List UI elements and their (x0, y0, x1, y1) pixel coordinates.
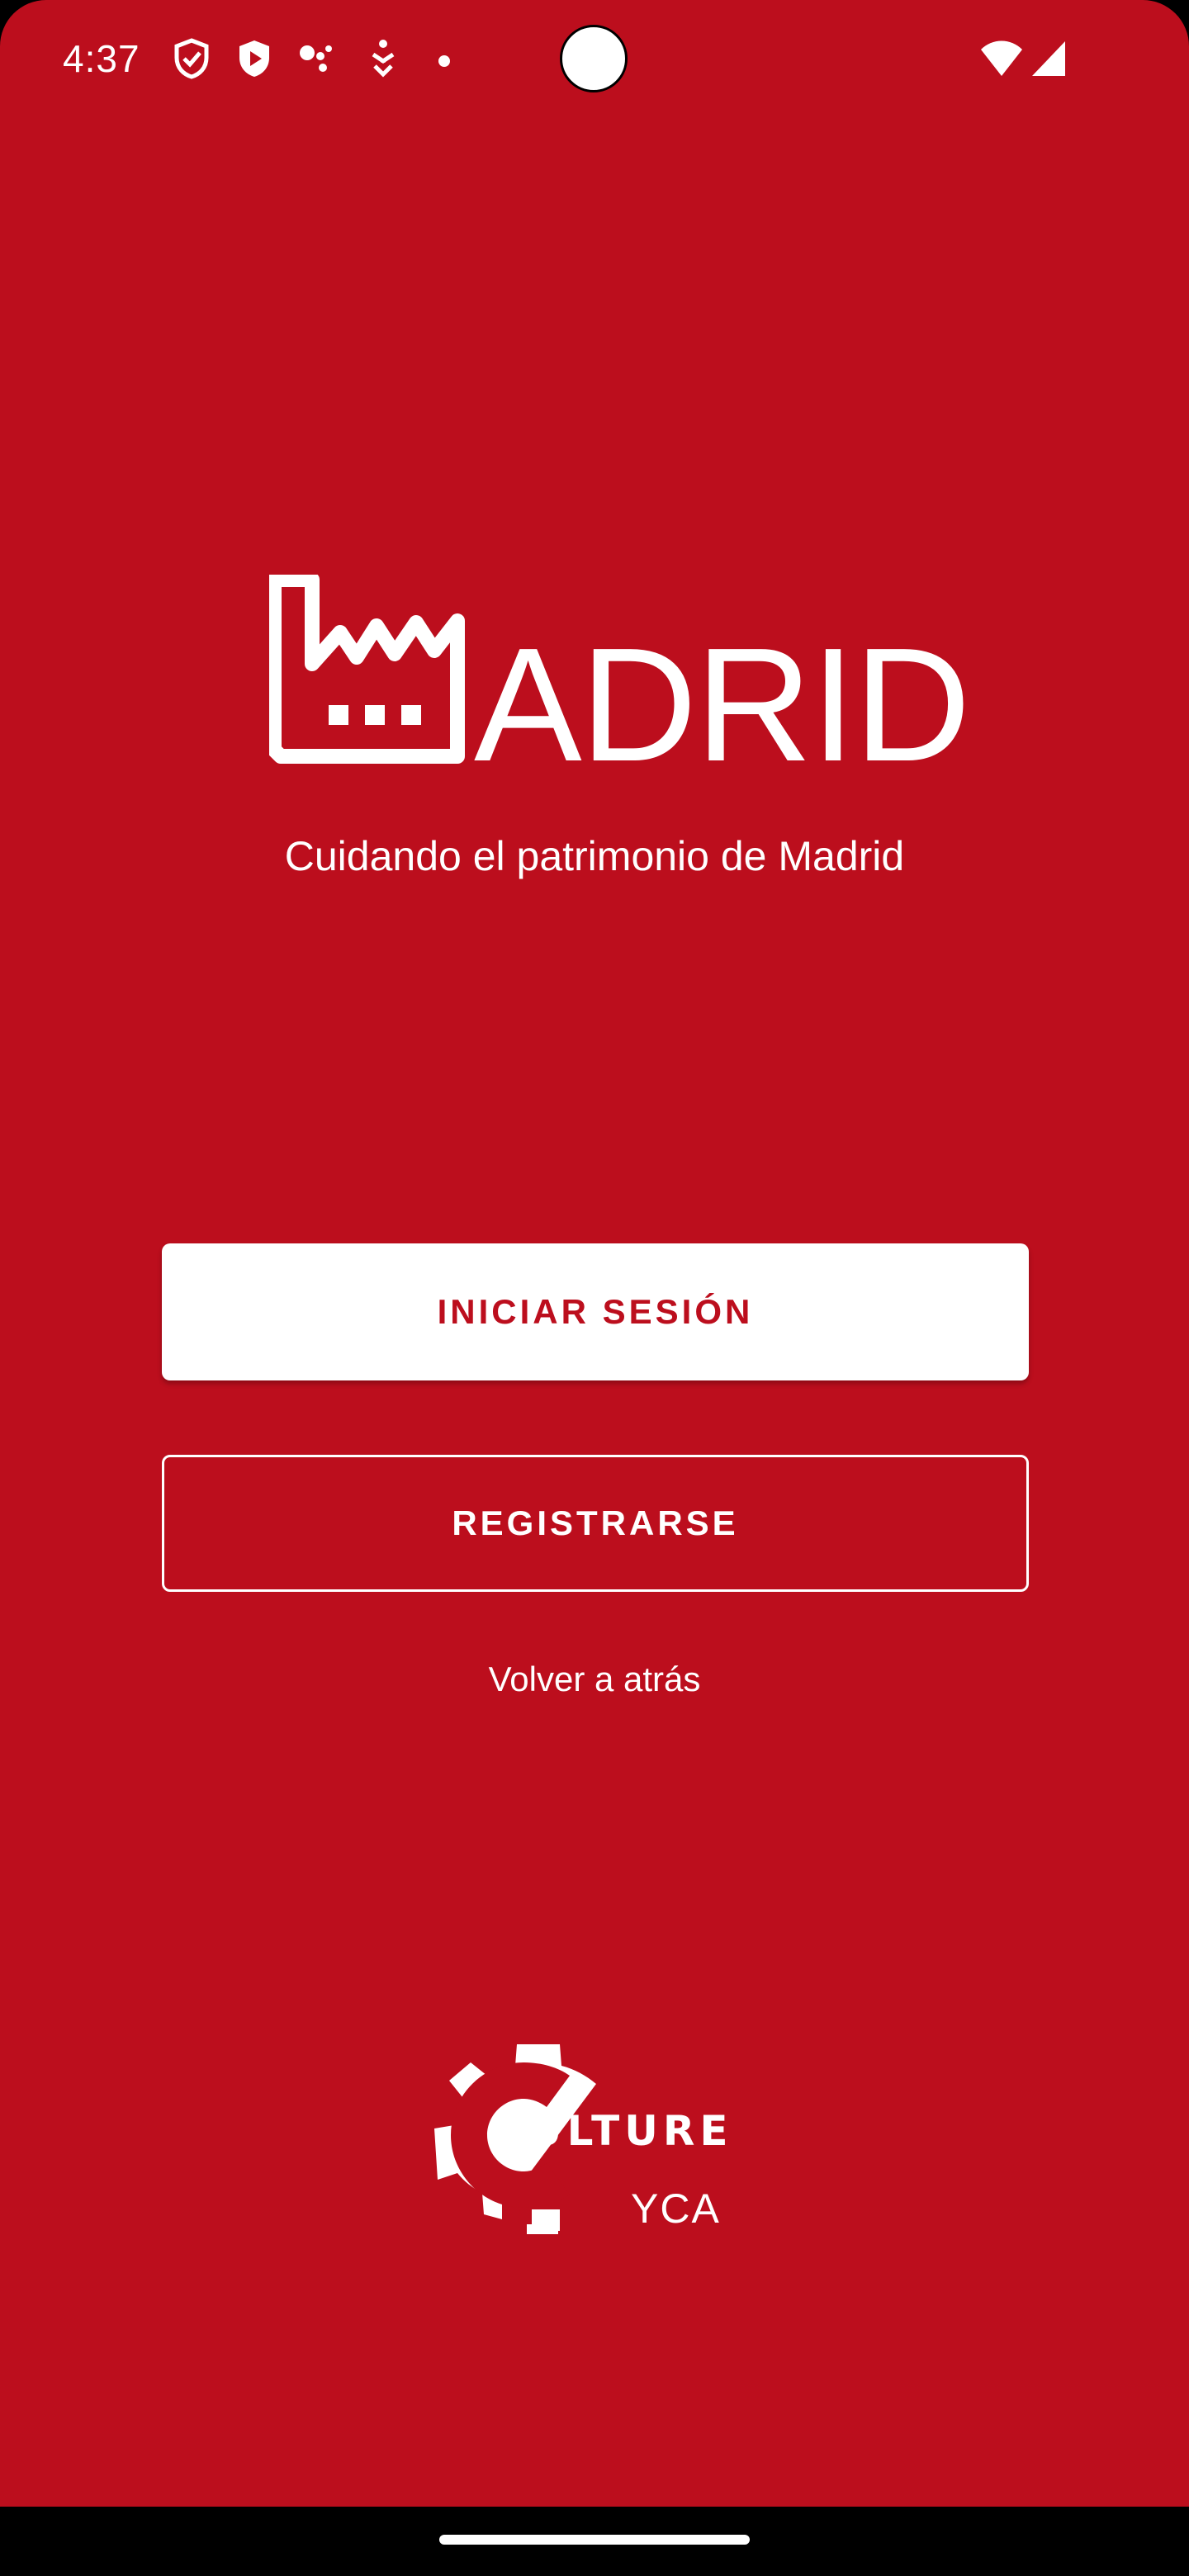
login-button[interactable]: INICIAR SESIÓN (162, 1243, 1029, 1380)
notification-dot-icon (438, 55, 450, 67)
status-time: 4:37 (63, 37, 140, 80)
camera-cutout (560, 25, 628, 92)
assistant-dots-icon (300, 45, 332, 72)
status-bar: 4:37 (0, 0, 1189, 124)
home-gesture-handle[interactable] (439, 2535, 750, 2545)
register-button[interactable]: REGISTRARSE (162, 1455, 1029, 1592)
back-link[interactable]: Volver a atrás (0, 1660, 1189, 1699)
app-screen: 4:37 ADRID Cuidando el patrimonio de Mad… (0, 0, 1189, 2507)
shield-check-icon (174, 38, 209, 79)
tagline: Cuidando el patrimonio de Madrid (284, 833, 905, 879)
accessibility-icon (372, 40, 395, 78)
logo-word: ADRID (474, 614, 971, 795)
brand-word-yca: YCA (631, 2185, 721, 2232)
brand-word-ulture: ULTURE (528, 2107, 733, 2155)
wifi-icon (981, 40, 1022, 76)
shield-play-icon (239, 40, 269, 77)
signal-icon (1032, 41, 1065, 76)
